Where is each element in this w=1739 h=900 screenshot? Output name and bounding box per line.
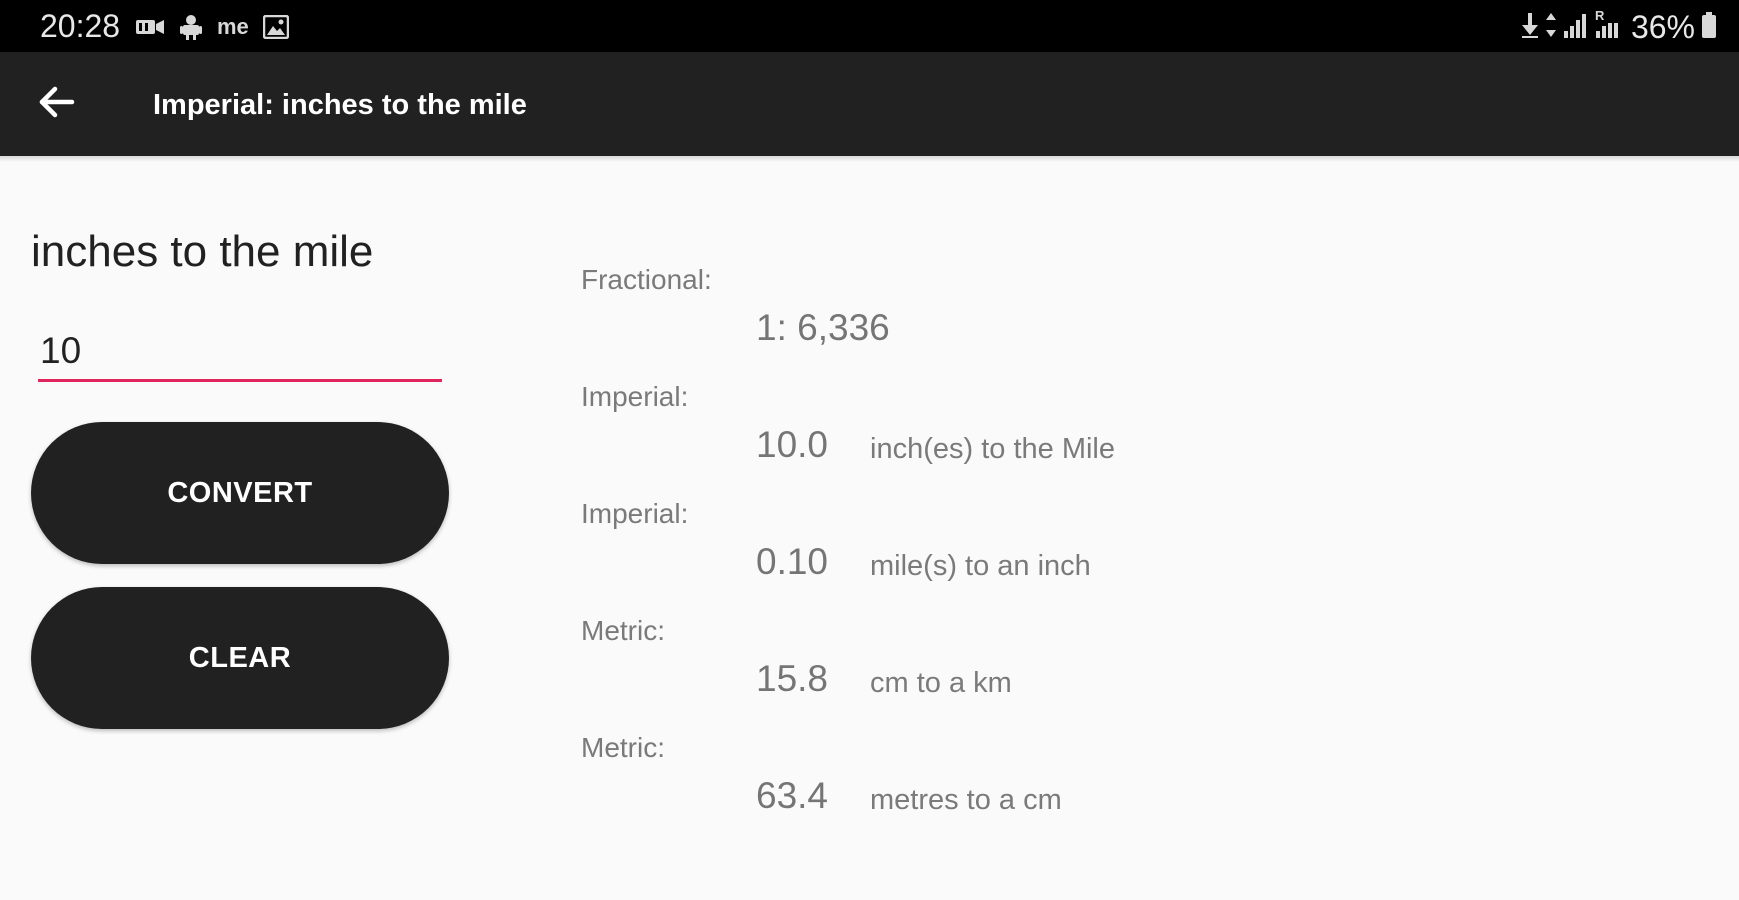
battery-percent: 36% — [1630, 9, 1695, 45]
result-value: 1: 6,336 — [756, 307, 890, 348]
notification-icons: me — [135, 12, 289, 42]
result-unit: cm to a km — [870, 667, 1012, 699]
back-button[interactable] — [24, 72, 88, 136]
video-icon — [135, 17, 165, 37]
result-unit: metres to a cm — [870, 784, 1062, 816]
result-imperial-miles: Imperial: 0.10 mile(s) to an inch — [581, 496, 1681, 606]
app-bar: Imperial: inches to the mile — [0, 52, 1739, 156]
me-icon: me — [217, 14, 249, 39]
app-bar-shadow — [0, 156, 1739, 162]
value-input[interactable] — [38, 326, 442, 382]
converter-heading: inches to the mile — [31, 227, 374, 276]
result-label: Imperial: — [581, 381, 689, 412]
gallery-icon — [262, 15, 289, 39]
system-icons: R 36% — [1521, 7, 1717, 45]
status-bar: 20:28 me R 36% — [0, 0, 1739, 52]
result-metric-metres: Metric: 63.4 metres to a cm — [581, 730, 1681, 840]
battery-icon — [1701, 11, 1717, 44]
app-title: Imperial: inches to the mile — [153, 89, 527, 121]
signal-icon — [1563, 11, 1589, 44]
result-label: Imperial: — [581, 498, 689, 529]
clear-button[interactable]: CLEAR — [31, 587, 449, 729]
result-value: 10.0 — [756, 424, 829, 465]
download-icon — [1521, 11, 1539, 44]
result-label: Metric: — [581, 615, 665, 646]
android-icon — [179, 14, 203, 40]
value-input-container — [38, 326, 442, 386]
arrow-left-icon — [36, 82, 76, 127]
result-imperial-inches: Imperial: 10.0 inch(es) to the Mile — [581, 379, 1681, 489]
result-unit: inch(es) to the Mile — [870, 433, 1115, 465]
roaming-indicator: R — [1594, 7, 1605, 23]
signal-r-icon: R — [1594, 7, 1621, 44]
result-value: 63.4 — [756, 775, 829, 816]
result-value: 15.8 — [756, 658, 829, 699]
result-fractional: Fractional: 1: 6,336 — [581, 262, 1681, 372]
result-value: 0.10 — [756, 541, 829, 582]
data-arrows-icon — [1545, 11, 1557, 44]
status-time: 20:28 — [40, 8, 121, 44]
result-unit: mile(s) to an inch — [870, 550, 1091, 582]
convert-button[interactable]: CONVERT — [31, 422, 449, 564]
result-label: Metric: — [581, 732, 665, 763]
result-label: Fractional: — [581, 264, 712, 295]
result-metric-cm: Metric: 15.8 cm to a km — [581, 613, 1681, 723]
